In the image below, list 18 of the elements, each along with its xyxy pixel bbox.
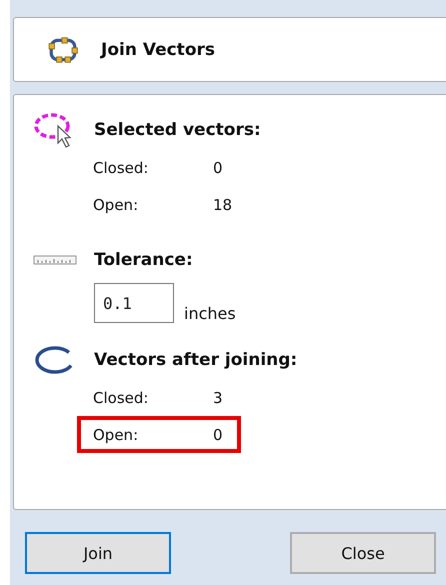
count-value: 18	[213, 196, 232, 214]
count-value: 3	[213, 388, 223, 406]
close-button[interactable]: Close	[290, 532, 436, 574]
ruler-icon	[33, 253, 77, 267]
section-heading: Selected vectors:	[94, 120, 261, 140]
section-heading: Tolerance:	[94, 250, 193, 270]
count-label: Open:	[93, 426, 140, 444]
join-button[interactable]: Join	[25, 532, 171, 574]
unit-label: inches	[184, 304, 236, 323]
count-value: 0	[213, 426, 223, 444]
vector-shape-icon	[47, 36, 79, 64]
count-label: Closed:	[93, 158, 150, 176]
tolerance-field[interactable]: 0.1	[94, 283, 174, 323]
section-heading: Vectors after joining:	[94, 350, 298, 370]
count-value: 0	[213, 158, 223, 176]
window-title: Join Vectors	[101, 40, 215, 60]
count-label: Open:	[93, 196, 140, 214]
count-label: Closed:	[93, 388, 150, 406]
